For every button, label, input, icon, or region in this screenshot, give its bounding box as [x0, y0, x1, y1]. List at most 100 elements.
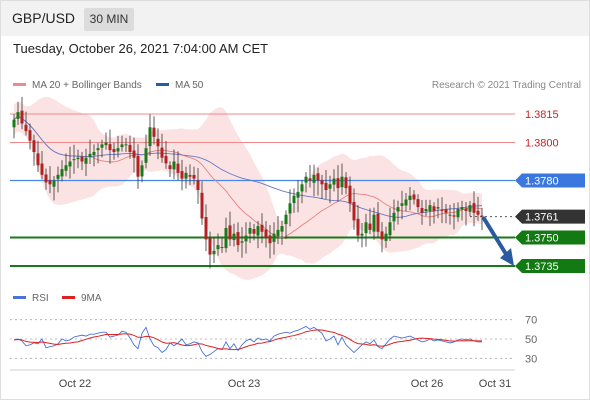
candle-body	[344, 177, 348, 189]
candle-body	[96, 148, 100, 151]
candle-body	[372, 214, 376, 232]
candle-body	[312, 174, 316, 183]
candle-body	[200, 192, 204, 219]
candle-body	[24, 124, 28, 132]
candle-body	[308, 178, 312, 181]
candle-body	[480, 215, 484, 217]
candle-body	[412, 194, 416, 200]
candle-body	[276, 229, 280, 237]
candle-body	[452, 215, 456, 217]
candle-body	[224, 228, 228, 249]
level-labels: 1.3815 1.3800 1.3780 1.3761 1.3750 1.3735	[515, 109, 585, 273]
candle-body	[188, 175, 192, 177]
candle-body	[440, 209, 444, 211]
candle-body	[296, 191, 300, 198]
candle-body	[428, 205, 432, 212]
candle-body	[116, 148, 120, 152]
candle-body	[124, 144, 128, 146]
candle-body	[336, 178, 340, 189]
candle-body	[36, 153, 40, 166]
candle-body	[152, 127, 156, 137]
forecast-arrow	[482, 216, 514, 266]
level-label-1.3815: 1.3815	[525, 109, 559, 121]
candle-body	[376, 213, 380, 232]
candle-body	[136, 156, 140, 177]
candle-body	[104, 142, 108, 146]
candle-body	[472, 203, 476, 213]
candle-body	[384, 233, 388, 241]
x-tick-label: Oct 23	[228, 378, 260, 390]
candle-body	[436, 207, 440, 209]
candle-body	[80, 156, 84, 162]
candle-body	[392, 212, 396, 222]
candle-body	[12, 119, 16, 128]
x-axis: Oct 22 Oct 23 Oct 26 Oct 31	[10, 369, 515, 390]
candle-body	[140, 165, 144, 177]
candle-body	[120, 144, 124, 148]
candle-body	[164, 155, 168, 164]
candle-body	[92, 152, 96, 156]
candle-body	[256, 226, 260, 236]
candle-body	[228, 225, 232, 240]
candle-body	[184, 172, 188, 179]
candle-body	[220, 247, 224, 248]
candle-body	[216, 245, 220, 250]
candle-body	[448, 214, 452, 216]
candle-body	[476, 210, 480, 215]
candle-body	[168, 165, 172, 170]
candle-body	[112, 149, 116, 152]
candle-body	[232, 233, 236, 241]
candle-body	[56, 174, 60, 179]
candle-body	[468, 205, 472, 212]
candle-body	[280, 226, 284, 232]
candle-body	[316, 173, 320, 181]
forecast-arrow-shaft	[482, 216, 508, 256]
candle-body	[68, 161, 72, 167]
candle-body	[408, 195, 412, 200]
x-tick-label: Oct 31	[479, 378, 511, 390]
candle-body	[284, 214, 288, 225]
candle-body	[212, 250, 216, 255]
candle-body	[292, 195, 296, 204]
candle-body	[192, 174, 196, 179]
candle-body	[260, 224, 264, 232]
candle-body	[84, 157, 88, 164]
candle-body	[360, 233, 364, 236]
candle-body	[144, 148, 148, 163]
candle-body	[88, 153, 92, 158]
rsi-panel: 70 50 30	[10, 315, 537, 365]
candle-body	[208, 238, 212, 255]
candle-body	[368, 223, 372, 230]
level-label-1.3780: 1.3780	[525, 176, 559, 188]
level-label-1.3735: 1.3735	[525, 261, 559, 273]
candle-body	[348, 185, 352, 204]
candle-body	[40, 163, 44, 175]
candle-body	[156, 138, 160, 147]
candle-body	[420, 208, 424, 213]
candle-body	[304, 176, 308, 183]
candle-body	[424, 209, 428, 212]
candle-body	[328, 184, 332, 189]
bollinger-bands	[14, 96, 482, 280]
candle-body	[288, 203, 292, 214]
candle-body	[388, 222, 392, 236]
candle-body	[460, 207, 464, 210]
candle-body	[352, 201, 356, 221]
x-tick-label: Oct 22	[59, 378, 91, 390]
price-chart: 1.3815 1.3800 1.3780 1.3761 1.3750 1.3735 70 5…	[10, 96, 585, 390]
bollinger-band-area	[14, 96, 482, 280]
candle-body	[432, 206, 436, 211]
candle-body	[396, 207, 400, 212]
candle-body	[244, 235, 248, 242]
rsi-tick-50: 50	[525, 334, 537, 346]
candle-body	[400, 203, 404, 206]
candle-body	[72, 159, 76, 161]
candle-body	[60, 169, 64, 177]
candle-body	[160, 147, 164, 158]
candle-body	[196, 180, 200, 190]
candle-body	[32, 140, 36, 152]
candle-body	[416, 199, 420, 208]
candle-body	[64, 165, 68, 171]
candle-body	[16, 112, 20, 119]
candle-body	[356, 218, 360, 236]
